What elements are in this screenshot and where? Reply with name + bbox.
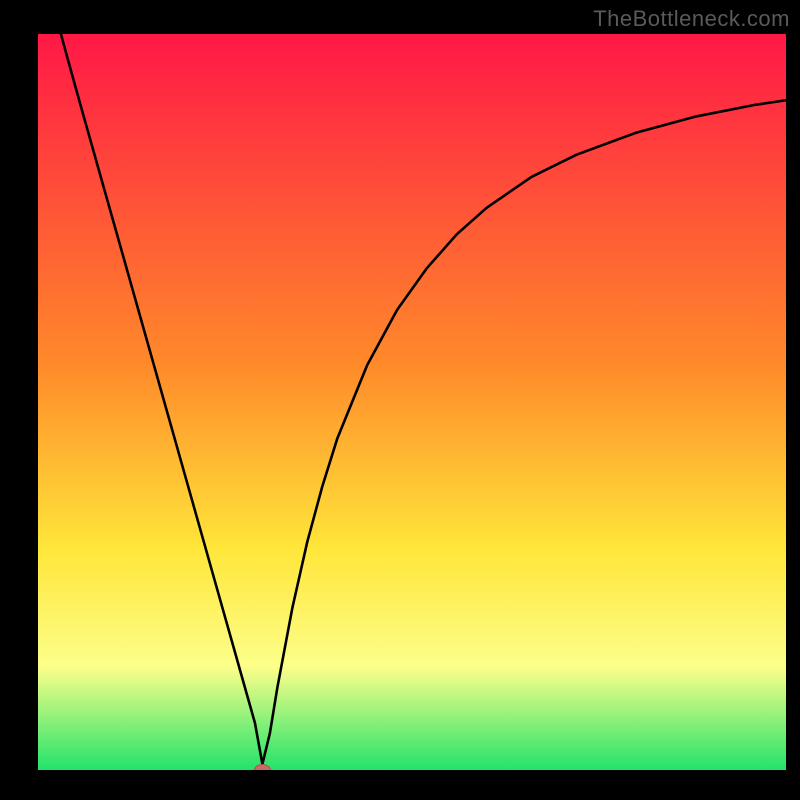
chart-border [0, 0, 38, 800]
watermark-text: TheBottleneck.com [593, 6, 790, 32]
chart-frame: TheBottleneck.com [0, 0, 800, 800]
gradient-background [38, 34, 786, 770]
chart-border [0, 770, 800, 800]
bottleneck-chart [0, 0, 800, 800]
chart-border [786, 0, 800, 800]
